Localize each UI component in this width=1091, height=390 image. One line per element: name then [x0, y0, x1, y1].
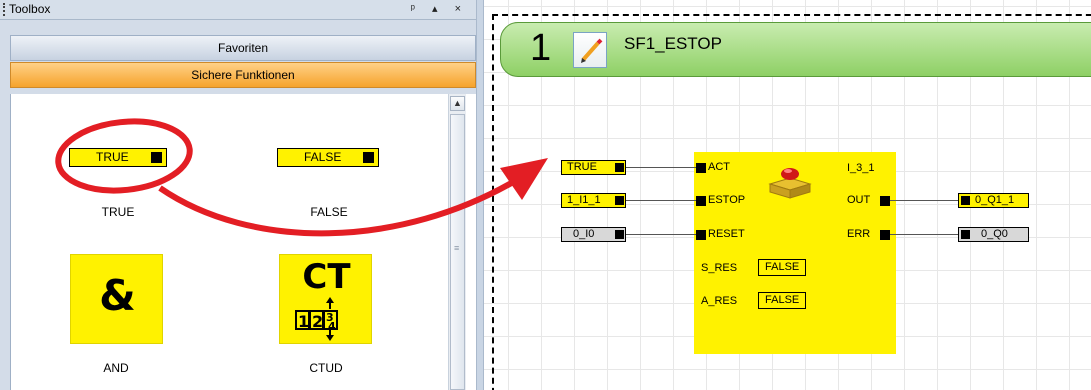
drag-annotation-arrow [55, 118, 548, 237]
